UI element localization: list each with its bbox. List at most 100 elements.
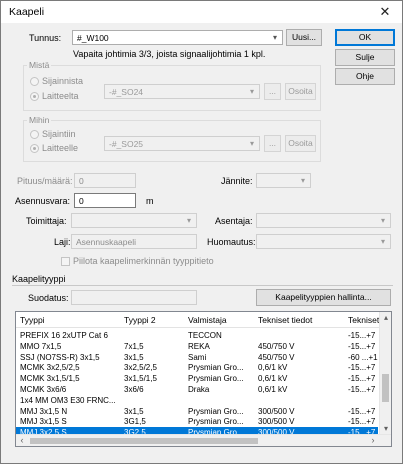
tunnus-value: #_W100 xyxy=(77,33,109,43)
table-cell: -15...+7 xyxy=(348,331,376,340)
mista-value: -#_SO24 xyxy=(109,87,144,97)
mihin-combo[interactable]: -#_SO25 ▾ xyxy=(104,136,260,151)
tunnus-label: Tunnus: xyxy=(29,33,62,43)
asennusvara-input[interactable]: 0 xyxy=(74,193,136,208)
column-header[interactable]: Tyyppi xyxy=(20,315,45,325)
toimittaja-combo[interactable]: ▾ xyxy=(71,213,197,228)
laitteelle-label: Laitteelle xyxy=(42,143,79,153)
column-header[interactable]: Tyyppi 2 xyxy=(124,315,156,325)
table-cell: MMO 7x1,5 xyxy=(20,341,62,351)
suodatus-label: Suodatus: xyxy=(28,293,69,303)
mista-osoita-button[interactable]: Osoita xyxy=(285,83,316,100)
table-row[interactable]: MCMK 3x6/6 3x6/6 Draka 0,6/1 kV -15...+7 xyxy=(16,384,378,395)
window-title: Kaapeli xyxy=(9,6,45,18)
table-cell: SSJ (NO7SS-R) 3x1,5 xyxy=(20,352,100,362)
laitteelle-radio[interactable] xyxy=(30,144,39,153)
scroll-right-icon[interactable]: › xyxy=(367,435,379,446)
table-cell: MCMK 3x2,5/2,5 xyxy=(20,363,80,373)
ohje-button[interactable]: Ohje xyxy=(335,68,395,85)
sijainnista-radio[interactable] xyxy=(30,77,39,86)
mihin-osoita-button[interactable]: Osoita xyxy=(285,135,316,152)
vertical-scrollbar[interactable]: ▴ ▾ xyxy=(379,312,391,446)
huomautus-combo[interactable]: ▾ xyxy=(256,234,391,249)
scroll-up-icon[interactable]: ▴ xyxy=(380,312,391,323)
table-cell: 3G1,5 xyxy=(124,417,146,427)
kaapeli-dialog: Kaapeli ✕ OK Sulje Ohje Tunnus: #_W100 ▾… xyxy=(0,0,403,464)
table-row[interactable]: MCMK 3x1,5/1,5 3x1,5/1,5 Prysmian Gro... 0,… xyxy=(16,373,378,384)
asentaja-combo[interactable]: ▾ xyxy=(256,213,391,228)
asennusvara-label: Asennusvara: xyxy=(15,196,71,206)
ok-button[interactable]: OK xyxy=(335,29,395,46)
table-cell: 3x2,5/2,5 xyxy=(124,363,157,373)
asentaja-label: Asentaja: xyxy=(215,216,253,226)
uusi-button[interactable]: Uusi... xyxy=(286,29,322,46)
table-cell: 3x1,5/1,5 xyxy=(124,374,157,384)
table-cell: 300/500 V xyxy=(258,417,295,427)
laitteelta-label: Laitteelta xyxy=(42,91,79,101)
column-header[interactable]: Tekniset tiedot xyxy=(258,315,312,325)
scroll-left-icon[interactable]: ‹ xyxy=(16,435,28,446)
mihin-title: Mihin xyxy=(27,115,52,125)
kaapelityyppien-hallinta-button[interactable]: Kaapelityyppien hallinta... xyxy=(256,289,391,306)
table-row[interactable]: PREFIX 16 2xUTP Cat 6 TECCON -15...+7 xyxy=(16,330,378,341)
laitteelta-radio[interactable] xyxy=(30,92,39,101)
scroll-thumb[interactable] xyxy=(30,438,258,444)
table-cell: Prysmian Gro... xyxy=(188,374,244,384)
table-cell: 0,6/1 kV xyxy=(258,374,288,384)
jannite-combo[interactable]: ▾ xyxy=(256,173,311,188)
chevron-down-icon: ▾ xyxy=(186,216,191,225)
table-cell: MMJ 3x1,5 N xyxy=(20,406,68,416)
mihin-group: Mihin Sijaintiin Laitteelle -#_SO25 ▾ ..… xyxy=(23,115,321,162)
laji-input[interactable]: Asennuskaapeli xyxy=(71,234,197,249)
table-cell: -60 ...+1 xyxy=(348,352,378,362)
table-cell: Sami xyxy=(188,352,207,362)
title-bar: Kaapeli ✕ xyxy=(1,1,402,23)
table-cell: 3x1,5 xyxy=(124,352,144,362)
chevron-down-icon: ▾ xyxy=(272,33,277,42)
asennusvara-unit: m xyxy=(146,196,154,206)
table-row[interactable]: SSJ (NO7SS-R) 3x1,5 3x1,5 Sami 450/750 V -60… xyxy=(16,352,378,363)
table-row[interactable]: MCMK 3x2,5/2,5 3x2,5/2,5 Prysmian Gro... 0,… xyxy=(16,362,378,373)
pituus-input[interactable]: 0 xyxy=(74,173,136,188)
column-header[interactable]: Tekniset xyxy=(348,315,379,325)
table-cell: 3x6/6 xyxy=(124,385,144,394)
table-cell: TECCON xyxy=(188,331,222,340)
jannite-label: Jännite: xyxy=(221,176,253,186)
scroll-down-icon[interactable]: ▾ xyxy=(380,423,391,434)
suodatus-input[interactable] xyxy=(71,290,197,305)
pituus-value: 0 xyxy=(79,176,84,186)
list-header: Tyyppi Tyyppi 2 Valmistaja Tekniset tied… xyxy=(16,312,391,328)
table-cell: MCMK 3x6/6 xyxy=(20,385,67,394)
table-row[interactable]: MMJ 3x1,5 N 3x1,5 Prysmian Gro... 300/500 V… xyxy=(16,406,378,417)
sijaintiin-label: Sijaintiin xyxy=(42,129,76,139)
table-row[interactable]: 1x4 MM OM3 E30 FRNC... xyxy=(16,395,378,406)
table-row[interactable]: MMJ 3x1,5 S 3G1,5 Prysmian Gro... 300/500 V… xyxy=(16,416,378,427)
column-header[interactable]: Valmistaja xyxy=(188,315,227,325)
tunnus-combo[interactable]: #_W100 ▾ xyxy=(72,30,283,45)
table-cell: REKA xyxy=(188,341,210,351)
horizontal-scrollbar[interactable]: ‹ › xyxy=(16,434,391,446)
table-cell: Prysmian Gro... xyxy=(188,417,244,427)
chevron-down-icon: ▾ xyxy=(300,176,305,185)
table-row[interactable]: MMO 7x1,5 7x1,5 REKA 450/750 V -15...+7 xyxy=(16,341,378,352)
table-cell: -15...+7 xyxy=(348,374,376,384)
table-cell: 3x1,5 xyxy=(124,406,144,416)
toimittaja-label: Toimittaja: xyxy=(26,216,67,226)
close-icon[interactable]: ✕ xyxy=(374,3,396,21)
mista-browse-button[interactable]: ... xyxy=(264,83,281,100)
mista-group: Mistä Sijainnista Laitteelta -#_SO24 ▾ .… xyxy=(23,60,321,111)
mista-combo[interactable]: -#_SO24 ▾ xyxy=(104,84,260,99)
kaapelityyppi-list[interactable]: Tyyppi Tyyppi 2 Valmistaja Tekniset tied… xyxy=(15,311,392,447)
scroll-thumb[interactable] xyxy=(382,374,389,402)
section-divider xyxy=(12,285,393,286)
sulje-button[interactable]: Sulje xyxy=(335,49,395,66)
table-cell: 450/750 V xyxy=(258,341,295,351)
mihin-browse-button[interactable]: ... xyxy=(264,135,281,152)
table-cell: 7x1,5 xyxy=(124,341,144,351)
sijaintiin-radio[interactable] xyxy=(30,130,39,139)
sijainnista-label: Sijainnista xyxy=(42,76,84,86)
table-cell: -15...+7 xyxy=(348,363,376,373)
huomautus-label: Huomautus: xyxy=(207,237,256,247)
table-cell: 0,6/1 kV xyxy=(258,385,288,394)
piilota-checkbox[interactable] xyxy=(61,257,70,266)
